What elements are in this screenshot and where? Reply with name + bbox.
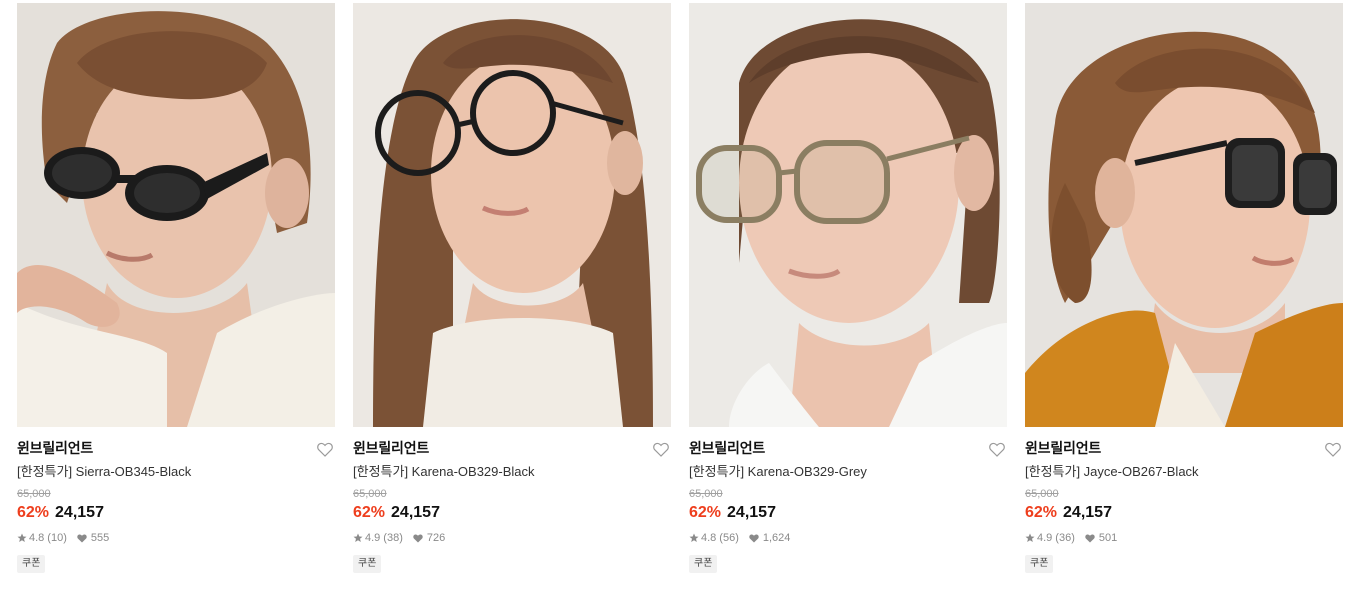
original-price: 65,000 bbox=[689, 488, 723, 500]
product-name[interactable]: [한정특가] Jayce-OB267-Black bbox=[1025, 463, 1343, 480]
product-name[interactable]: [한정특가] Karena-OB329-Black bbox=[353, 463, 671, 480]
like-count: 1,624 bbox=[762, 532, 791, 544]
heart-outline-icon[interactable] bbox=[653, 442, 669, 457]
product-card[interactable]: 윈브릴리언트 [한정특가] Karena-OB329-Black 65,000 … bbox=[353, 3, 671, 573]
product-info: 윈브릴리언트 [한정특가] Sierra-OB345-Black 65,000 … bbox=[17, 427, 335, 573]
sale-price: 24,157 bbox=[727, 504, 776, 521]
original-price: 65,000 bbox=[353, 488, 387, 500]
like-count: 501 bbox=[1098, 532, 1118, 544]
product-card[interactable]: 윈브릴리언트 [한정특가] Sierra-OB345-Black 65,000 … bbox=[17, 3, 335, 573]
review-count: (36) bbox=[1055, 532, 1075, 544]
like-count: 726 bbox=[426, 532, 446, 544]
original-price: 65,000 bbox=[1025, 488, 1059, 500]
product-card[interactable]: 윈브릴리언트 [한정특가] Jayce-OB267-Black 65,000 6… bbox=[1025, 3, 1343, 573]
rating-value: 4.8 bbox=[29, 532, 45, 544]
coupon-badge: 쿠폰 bbox=[689, 555, 718, 573]
heart-outline-icon[interactable] bbox=[989, 442, 1005, 457]
like-count: 555 bbox=[90, 532, 110, 544]
star-icon bbox=[1025, 533, 1035, 542]
star-icon bbox=[689, 533, 699, 542]
rating-value: 4.9 bbox=[365, 532, 381, 544]
heart-filled-icon bbox=[77, 533, 87, 542]
product-info: 윈브릴리언트 [한정특가] Karena-OB329-Black 65,000 … bbox=[353, 427, 671, 573]
review-count: (10) bbox=[47, 532, 67, 544]
product-name[interactable]: [한정특가] Karena-OB329-Grey bbox=[689, 463, 1007, 480]
model-sunglasses-photo bbox=[17, 3, 335, 427]
price-line: 62% 24,157 bbox=[689, 503, 1007, 523]
price-line: 62% 24,157 bbox=[353, 503, 671, 523]
price-line: 62% 24,157 bbox=[1025, 503, 1343, 523]
review-count: (38) bbox=[383, 532, 403, 544]
review-count: (56) bbox=[719, 532, 739, 544]
brand-name[interactable]: 윈브릴리언트 bbox=[689, 439, 1007, 457]
brand-name[interactable]: 윈브릴리언트 bbox=[1025, 439, 1343, 457]
sale-price: 24,157 bbox=[391, 504, 440, 521]
coupon-badge: 쿠폰 bbox=[17, 555, 46, 573]
price-line: 62% 24,157 bbox=[17, 503, 335, 523]
discount-rate: 62% bbox=[353, 504, 386, 521]
model-eyeglasses-photo bbox=[689, 3, 1007, 427]
coupon-badge: 쿠폰 bbox=[353, 555, 382, 573]
product-info: 윈브릴리언트 [한정특가] Jayce-OB267-Black 65,000 6… bbox=[1025, 427, 1343, 573]
sale-price: 24,157 bbox=[1063, 504, 1112, 521]
heart-filled-icon bbox=[1085, 533, 1095, 542]
star-icon bbox=[353, 533, 363, 542]
review-meta: 4.9 (36) 501 bbox=[1025, 531, 1343, 545]
review-meta: 4.9 (38) 726 bbox=[353, 531, 671, 545]
discount-rate: 62% bbox=[689, 504, 722, 521]
review-meta: 4.8 (56) 1,624 bbox=[689, 531, 1007, 545]
sale-price: 24,157 bbox=[55, 504, 104, 521]
star-icon bbox=[17, 533, 27, 542]
rating-value: 4.9 bbox=[1037, 532, 1053, 544]
product-name[interactable]: [한정특가] Sierra-OB345-Black bbox=[17, 463, 335, 480]
model-eyeglasses-photo bbox=[353, 3, 671, 427]
rating-value: 4.8 bbox=[701, 532, 717, 544]
product-image[interactable] bbox=[17, 3, 335, 427]
heart-outline-icon[interactable] bbox=[1325, 442, 1341, 457]
product-image[interactable] bbox=[1025, 3, 1343, 427]
product-image[interactable] bbox=[353, 3, 671, 427]
product-card[interactable]: 윈브릴리언트 [한정특가] Karena-OB329-Grey 65,000 6… bbox=[689, 3, 1007, 573]
discount-rate: 62% bbox=[17, 504, 50, 521]
product-grid: 윈브릴리언트 [한정특가] Sierra-OB345-Black 65,000 … bbox=[0, 0, 1350, 611]
original-price: 65,000 bbox=[17, 488, 51, 500]
product-info: 윈브릴리언트 [한정특가] Karena-OB329-Grey 65,000 6… bbox=[689, 427, 1007, 573]
brand-name[interactable]: 윈브릴리언트 bbox=[353, 439, 671, 457]
model-sunglasses-photo bbox=[1025, 3, 1343, 427]
heart-filled-icon bbox=[749, 533, 759, 542]
heart-filled-icon bbox=[413, 533, 423, 542]
heart-outline-icon[interactable] bbox=[317, 442, 333, 457]
discount-rate: 62% bbox=[1025, 504, 1058, 521]
review-meta: 4.8 (10) 555 bbox=[17, 531, 335, 545]
product-image[interactable] bbox=[689, 3, 1007, 427]
coupon-badge: 쿠폰 bbox=[1025, 555, 1054, 573]
brand-name[interactable]: 윈브릴리언트 bbox=[17, 439, 335, 457]
